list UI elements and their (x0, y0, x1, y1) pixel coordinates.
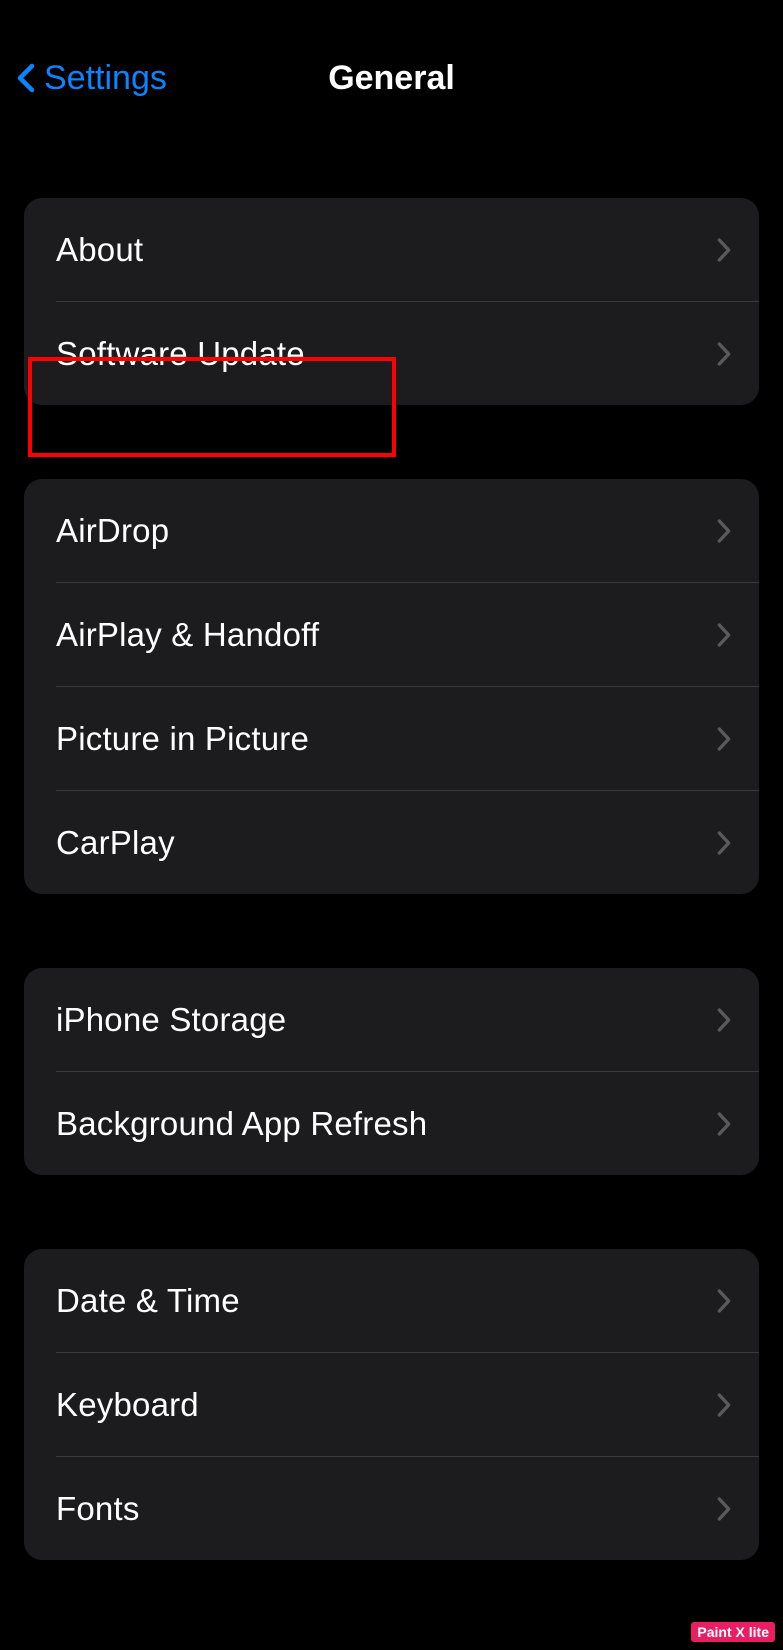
chevron-right-icon (717, 238, 731, 262)
row-label: Background App Refresh (56, 1105, 427, 1143)
chevron-right-icon (717, 1008, 731, 1032)
row-software-update[interactable]: Software Update (24, 302, 759, 405)
row-label: Picture in Picture (56, 720, 309, 758)
row-label: AirPlay & Handoff (56, 616, 319, 654)
chevron-right-icon (717, 342, 731, 366)
settings-group: AirDrop AirPlay & Handoff Picture in Pictu… (24, 479, 759, 894)
settings-content: About Software Update AirDrop AirPlay & Han… (0, 198, 783, 1560)
row-picture-in-picture[interactable]: Picture in Picture (24, 687, 759, 790)
chevron-right-icon (717, 623, 731, 647)
chevron-left-icon (16, 61, 36, 95)
row-label: About (56, 231, 143, 269)
back-button[interactable]: Settings (16, 59, 167, 98)
back-label: Settings (44, 59, 167, 98)
chevron-right-icon (717, 1112, 731, 1136)
row-label: iPhone Storage (56, 1001, 286, 1039)
row-iphone-storage[interactable]: iPhone Storage (24, 968, 759, 1071)
row-label: AirDrop (56, 512, 169, 550)
page-title: General (328, 59, 455, 98)
row-keyboard[interactable]: Keyboard (24, 1353, 759, 1456)
row-airdrop[interactable]: AirDrop (24, 479, 759, 582)
nav-bar: Settings General (0, 50, 783, 106)
row-carplay[interactable]: CarPlay (24, 791, 759, 894)
row-date-time[interactable]: Date & Time (24, 1249, 759, 1352)
chevron-right-icon (717, 831, 731, 855)
row-airplay-handoff[interactable]: AirPlay & Handoff (24, 583, 759, 686)
row-label: Fonts (56, 1490, 140, 1528)
chevron-right-icon (717, 1393, 731, 1417)
row-label: Software Update (56, 335, 305, 373)
settings-group: Date & Time Keyboard Fonts (24, 1249, 759, 1560)
row-about[interactable]: About (24, 198, 759, 301)
row-background-app-refresh[interactable]: Background App Refresh (24, 1072, 759, 1175)
watermark: Paint X lite (691, 1622, 775, 1642)
settings-group: About Software Update (24, 198, 759, 405)
chevron-right-icon (717, 1497, 731, 1521)
row-label: CarPlay (56, 824, 175, 862)
chevron-right-icon (717, 727, 731, 751)
row-fonts[interactable]: Fonts (24, 1457, 759, 1560)
settings-group: iPhone Storage Background App Refresh (24, 968, 759, 1175)
chevron-right-icon (717, 1289, 731, 1313)
row-label: Keyboard (56, 1386, 199, 1424)
row-label: Date & Time (56, 1282, 240, 1320)
chevron-right-icon (717, 519, 731, 543)
